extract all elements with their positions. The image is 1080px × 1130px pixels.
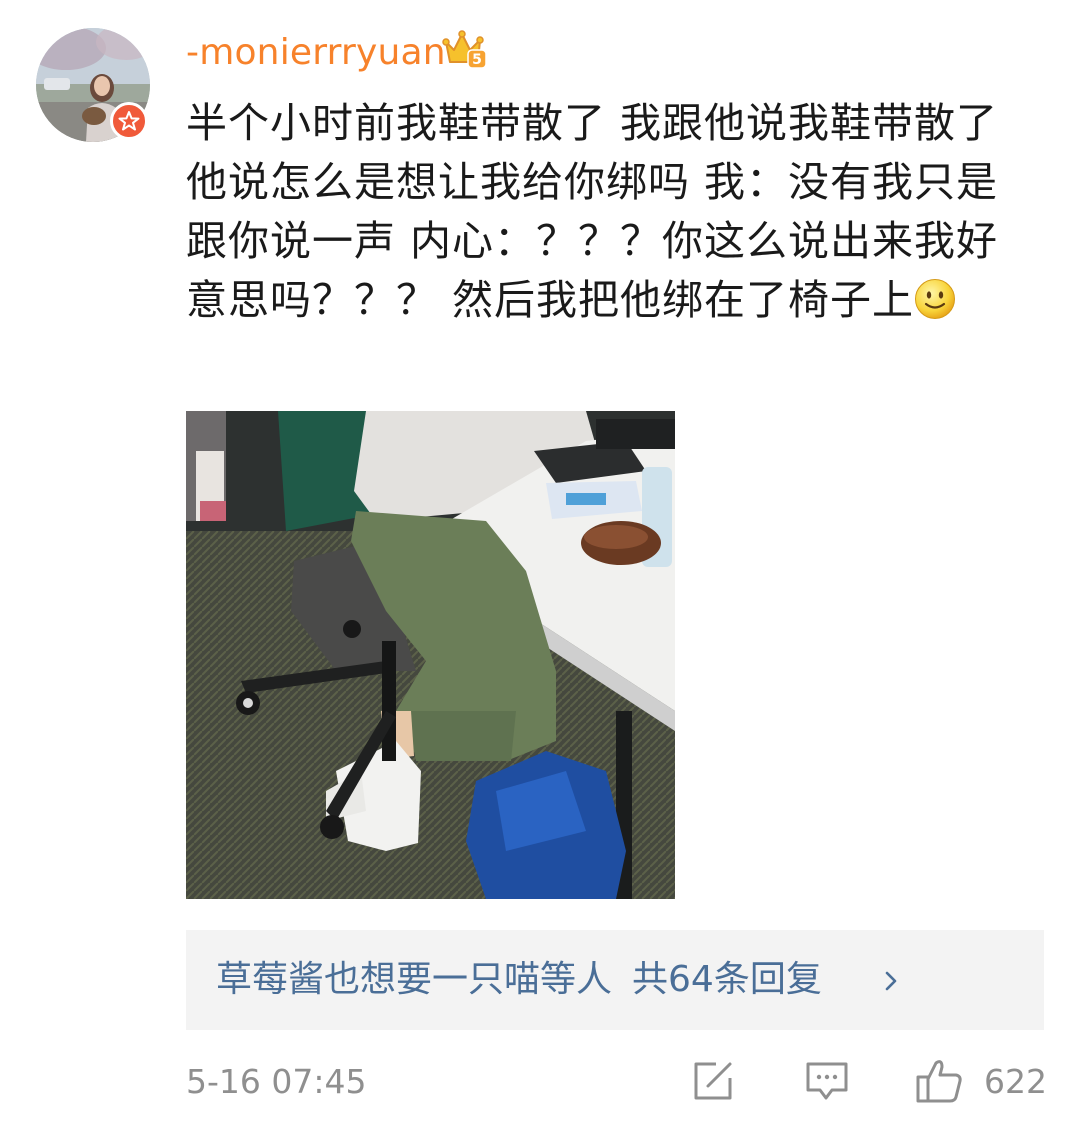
replies-count[interactable]: 共64条回复 [632, 959, 822, 1000]
post-text-content: 半个小时前我鞋带散了 我跟他说我鞋带散了 他说怎么是想让我给你绑吗 我：没有我只… [186, 99, 999, 324]
thumbs-up-icon[interactable] [914, 1055, 964, 1105]
post-text: 半个小时前我鞋带散了 我跟他说我鞋带散了 他说怎么是想让我给你绑吗 我：没有我只… [186, 94, 1036, 330]
share-icon[interactable] [690, 1058, 736, 1104]
replies-names[interactable]: 草莓酱也想要一只喵等人 [216, 959, 612, 1000]
post-photo-illustration [186, 411, 675, 899]
replies-summary[interactable]: 草莓酱也想要一只喵等人 共64条回复 [216, 956, 822, 1004]
verified-badge-icon [110, 102, 148, 140]
like-count[interactable]: 622 [984, 1060, 1047, 1104]
comment-icon[interactable] [804, 1058, 850, 1104]
post-image[interactable] [186, 411, 675, 899]
smile-emoji-icon [914, 277, 956, 319]
replies-preview[interactable]: 草莓酱也想要一只喵等人 共64条回复 [186, 930, 1044, 1030]
svg-text:5: 5 [472, 52, 482, 68]
chevron-right-icon[interactable] [880, 970, 902, 992]
username[interactable]: -monierrryuan [186, 30, 446, 76]
post-timestamp: 5-16 07:45 [186, 1062, 367, 1101]
crown-vip-icon[interactable]: 5 [442, 28, 488, 72]
